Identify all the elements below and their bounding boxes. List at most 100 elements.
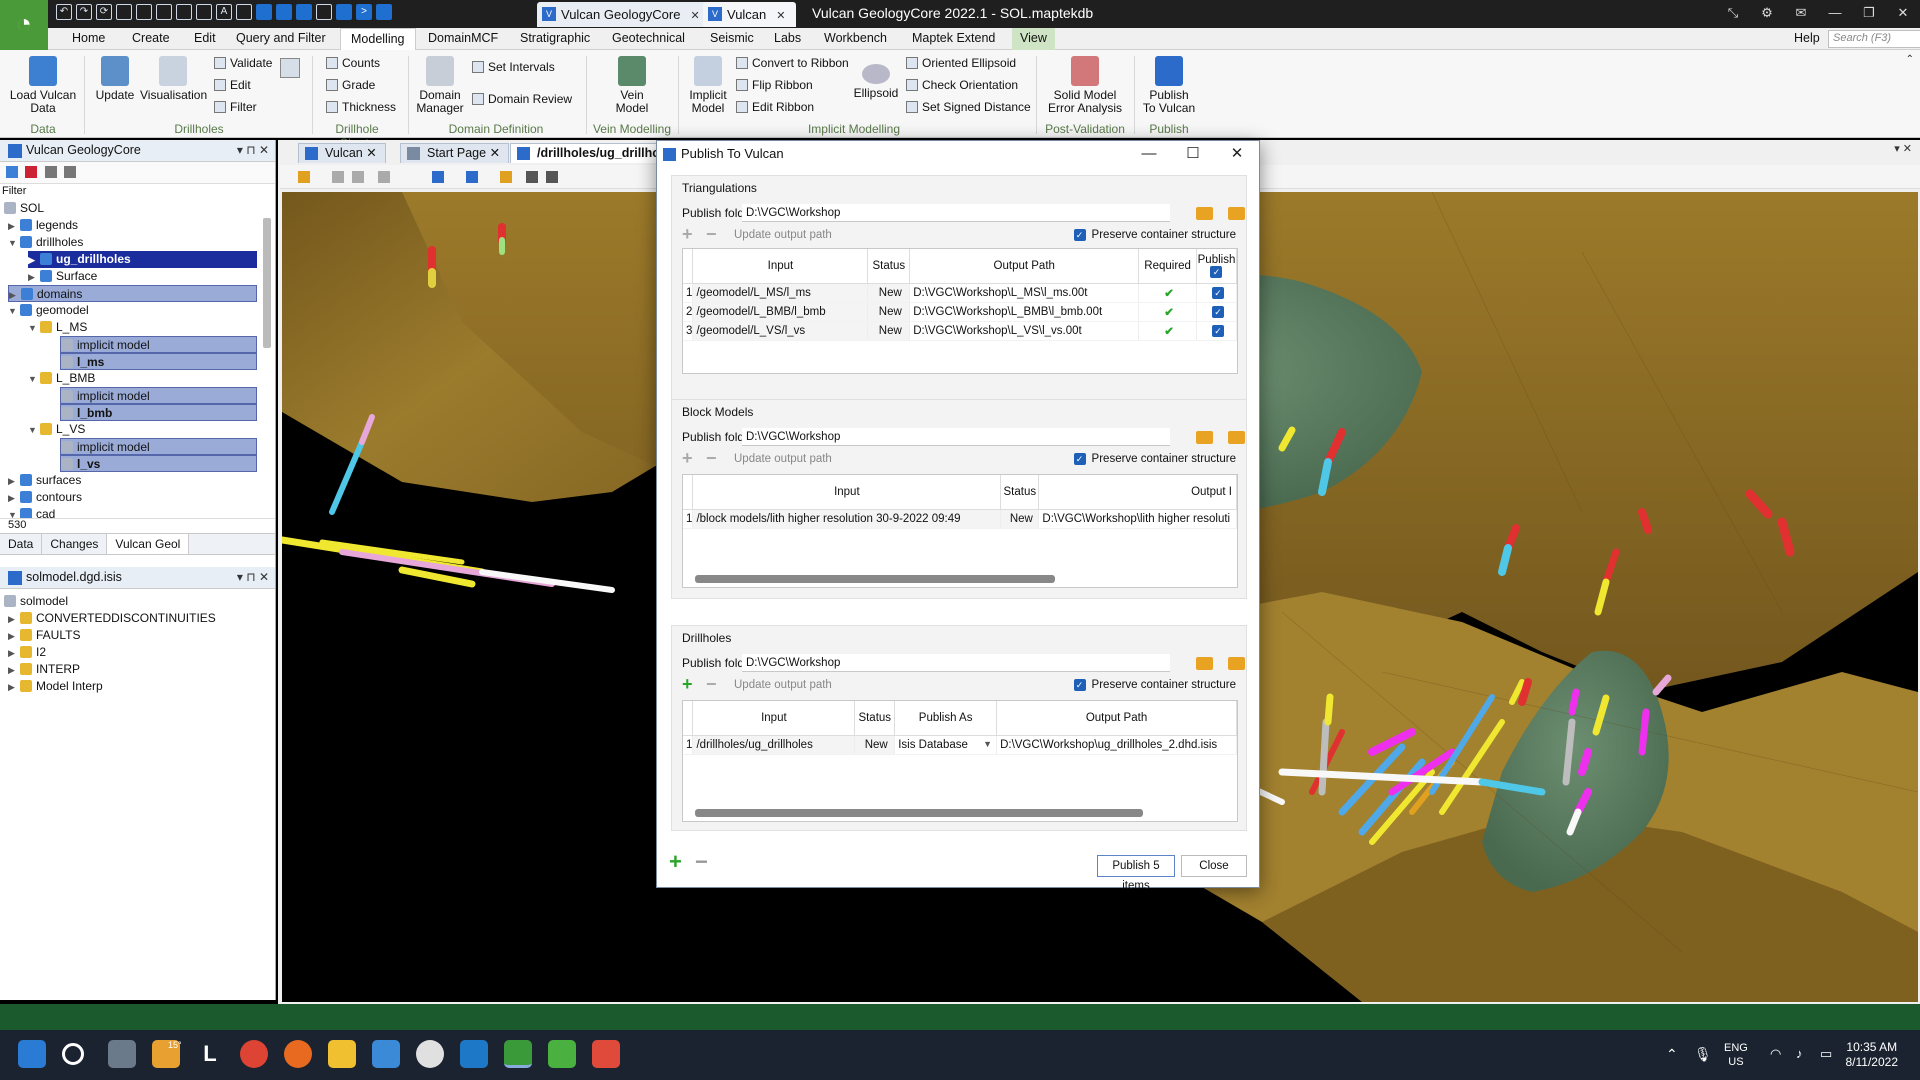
close-icon[interactable]: ✕ (690, 10, 699, 22)
column-header[interactable]: Required (1138, 249, 1197, 284)
mail-icon[interactable]: ✉ (1784, 0, 1818, 28)
remove-section-icon[interactable]: − (695, 849, 708, 875)
table-icon[interactable] (156, 4, 172, 20)
collapse-icon[interactable]: ⤡ (1716, 0, 1750, 28)
dialog-minimize-button[interactable]: — (1127, 141, 1171, 167)
battery-icon[interactable]: ▭ (1820, 1046, 1832, 1062)
l-app-icon[interactable]: L (196, 1040, 224, 1068)
thickness-button[interactable]: Thickness (326, 100, 396, 114)
set-intervals-button[interactable]: Set Intervals (472, 60, 555, 74)
publish-checkbox[interactable]: ✓ (1211, 324, 1224, 337)
restore-button[interactable]: ❐ (1852, 0, 1886, 28)
convert-to-ribbon-button[interactable]: Convert to Ribbon (736, 56, 849, 70)
maptek-logo[interactable]: ◔ (0, 0, 48, 50)
validate-button[interactable]: Validate (214, 56, 272, 70)
volume-icon[interactable]: ♪ (1796, 1046, 1803, 1061)
tree-item-surface[interactable]: ▶ Surface (28, 268, 97, 285)
fit-icon[interactable] (352, 171, 364, 183)
close-icon[interactable]: ✕ (366, 146, 376, 160)
solid-model-error-analysis-button[interactable]: Solid Model Error Analysis (1046, 56, 1124, 115)
tree-item-legends[interactable]: ▶ legends (8, 217, 78, 234)
remove-icon[interactable]: − (706, 224, 717, 245)
app-tab-vulcan[interactable]: V Vulcan ✕ (703, 2, 796, 27)
tree-scrollbar[interactable] (263, 218, 271, 348)
section-icon[interactable] (378, 171, 390, 183)
edit-button[interactable]: Edit (214, 78, 251, 92)
select-icon[interactable] (298, 171, 310, 183)
browse-folder-icon[interactable] (1228, 657, 1245, 670)
pane-controls[interactable]: ▾ ⊓ ✕ (237, 567, 269, 587)
tree-item-surfaces[interactable]: ▶ surfaces (8, 472, 81, 489)
publish-to-vulcan-button[interactable]: Publish To Vulcan (1138, 56, 1200, 115)
menu-query-filter[interactable]: Query and Filter (230, 31, 332, 45)
menu-modelling[interactable]: Modelling (340, 28, 416, 50)
update-button[interactable]: Update (92, 56, 138, 102)
menu-geotechnical[interactable]: Geotechnical (606, 31, 691, 45)
horizontal-scrollbar[interactable] (695, 809, 1143, 817)
update-output-path[interactable]: Update output path (734, 679, 832, 691)
text-icon[interactable]: A (216, 4, 232, 20)
remove-icon[interactable]: − (706, 448, 717, 469)
menu-home[interactable]: Home (66, 31, 111, 45)
app-tab-geologycore[interactable]: V Vulcan GeologyCore ✕ (537, 2, 710, 27)
set-signed-distance-button[interactable]: Set Signed Distance (906, 100, 1031, 114)
doc-tab-drillholes[interactable]: /drillholes/ug_drillho (510, 143, 658, 163)
publish-as-select[interactable]: Isis Database ▼ (894, 735, 998, 755)
firefox-icon[interactable] (284, 1040, 312, 1068)
file-explorer-icon[interactable] (328, 1040, 356, 1068)
column-header[interactable]: Status (1000, 475, 1040, 510)
publish-folder-input[interactable]: D:\VGC\Workshop (742, 654, 1170, 672)
tray-chevron-icon[interactable]: ⌃ (1666, 1046, 1678, 1063)
tree-item-l-bmb[interactable]: ▼ L_BMB (28, 370, 95, 387)
tree-item-i2[interactable]: ▶ I2 (8, 644, 46, 661)
column-header[interactable]: Output I (1038, 475, 1237, 510)
add-icon[interactable]: + (682, 674, 693, 695)
tree-item-implicit-model[interactable]: implicit model (60, 387, 257, 404)
tree-item-interp[interactable]: ▶ INTERP (8, 661, 80, 678)
redo-icon[interactable]: ↷ (76, 4, 92, 20)
tree-item-implicit-model[interactable]: implicit model (60, 336, 257, 353)
snap-icon[interactable] (432, 171, 444, 183)
flip-ribbon-button[interactable]: Flip Ribbon (736, 78, 813, 92)
doc-tab-vulcan[interactable]: Vulcan ✕ (298, 143, 386, 163)
filter-options-icon[interactable] (280, 58, 300, 78)
implicit-model-button[interactable]: Implicit Model (684, 56, 732, 115)
tree-item-domains[interactable]: ▶ domains (8, 285, 257, 302)
clock[interactable]: 10:35 AM 8/11/2022 (1846, 1040, 1899, 1070)
column-header-publish[interactable]: Publish ✓ (1196, 249, 1237, 284)
chevron-down-icon[interactable]: ▼ (983, 739, 995, 749)
notepad-icon[interactable] (372, 1040, 400, 1068)
pane-controls[interactable]: ▾ ⊓ ✕ (237, 140, 269, 160)
check-orientation-button[interactable]: Check Orientation (906, 78, 1018, 92)
doc-tab-controls[interactable]: ▾ ✕ (1894, 142, 1912, 155)
table-row[interactable]: 1 /block models/lith higher resolution 3… (683, 509, 1237, 529)
filter-button[interactable]: Filter (214, 100, 257, 114)
counts-button[interactable]: Counts (326, 56, 380, 70)
open-folder-icon[interactable] (1196, 431, 1213, 444)
column-header[interactable]: Input (692, 475, 1002, 510)
dialog-close-button[interactable]: ✕ (1215, 141, 1259, 167)
doc-icon[interactable] (316, 4, 332, 20)
tree-item-implicit-model[interactable]: implicit model (60, 438, 257, 455)
select-icon[interactable] (44, 166, 57, 178)
add-icon[interactable]: + (682, 448, 693, 469)
screen-icon[interactable] (336, 4, 352, 20)
preserve-container-checkbox[interactable]: ✓ Preserve container structure (1073, 453, 1236, 465)
c-app-red-icon[interactable] (592, 1040, 620, 1068)
browse-folder-icon[interactable] (1228, 431, 1245, 444)
doc-tab-start-page[interactable]: Start Page ✕ (400, 143, 510, 163)
c-app-green-icon[interactable] (548, 1040, 576, 1068)
s-app-icon[interactable] (460, 1040, 488, 1068)
tree-item-sol[interactable]: SOL (4, 200, 44, 217)
refresh-icon[interactable]: ⟳ (96, 4, 112, 20)
pointer-icon[interactable] (25, 166, 38, 178)
undo-icon[interactable]: ↶ (56, 4, 72, 20)
menu-stratigraphic[interactable]: Stratigraphic (514, 31, 596, 45)
tab-changes[interactable]: Changes (42, 534, 108, 554)
publish-folder-input[interactable]: D:\VGC\Workshop (742, 428, 1170, 446)
publish-button[interactable]: Publish 5 items (1097, 855, 1175, 892)
gear-icon[interactable]: ⚙ (1750, 0, 1784, 28)
table-row[interactable]: 2 /geomodel/L_BMB/l_bmb New D:\VGC\Works… (683, 302, 1237, 322)
measure-icon[interactable] (526, 171, 538, 183)
export-icon[interactable] (296, 4, 312, 20)
